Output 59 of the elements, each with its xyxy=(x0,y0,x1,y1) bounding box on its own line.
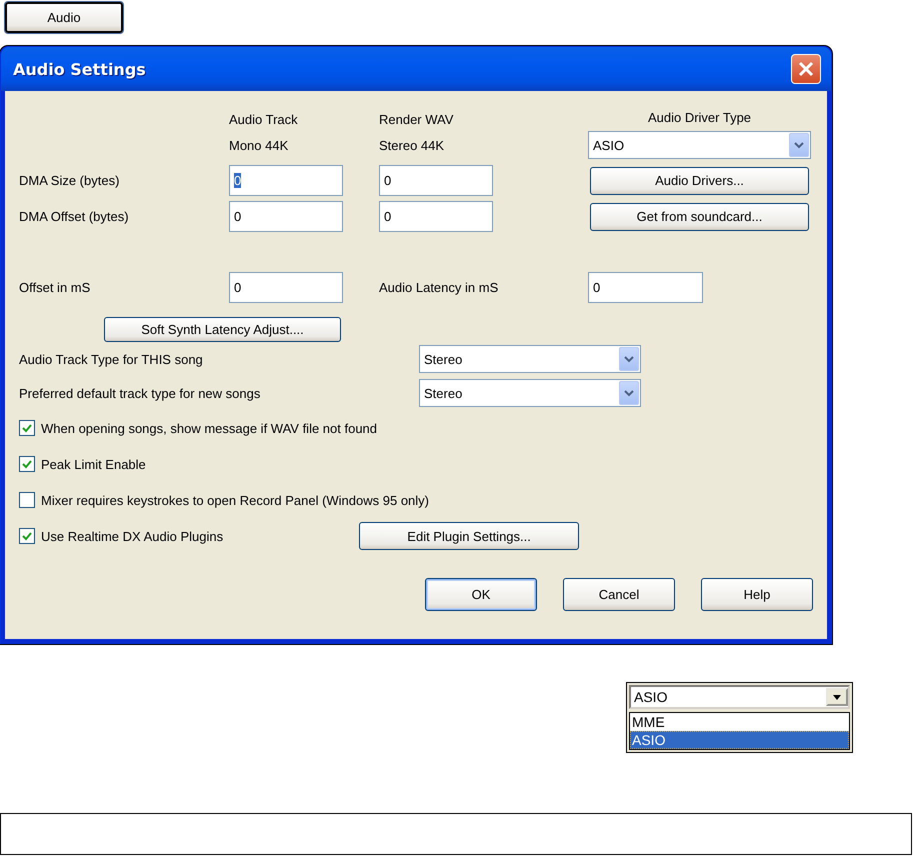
field-label: Preferred default track type for new songs xyxy=(19,386,260,400)
input-field[interactable]: 0 xyxy=(229,272,343,303)
field-label: DMA Size (bytes) xyxy=(19,173,120,188)
checkbox-label[interactable]: Mixer requires keystrokes to open Record Panel (Windows 95 only) xyxy=(41,492,430,508)
checkbox-label[interactable]: Peak Limit Enable xyxy=(41,456,146,472)
dropdown[interactable]: ASIO xyxy=(588,131,811,159)
field-value: 0 xyxy=(384,173,392,188)
close-button[interactable] xyxy=(791,54,821,84)
input-field[interactable]: 0 xyxy=(229,165,343,196)
dropdown-arrow-button[interactable] xyxy=(826,688,848,706)
checkbox-label[interactable]: When opening songs, show message if WAV file not found xyxy=(41,420,378,436)
input-field[interactable]: 0 xyxy=(379,165,493,196)
check-icon xyxy=(22,424,32,432)
driver-button[interactable]: Audio Drivers... xyxy=(590,166,809,194)
check-icon xyxy=(22,460,32,468)
edit-plugin-button[interactable]: Edit Plugin Settings... xyxy=(359,522,580,550)
field-value: 0 xyxy=(234,173,242,188)
chevron-down-icon xyxy=(624,355,634,363)
dropdown[interactable]: Stereo xyxy=(419,379,641,407)
checkbox[interactable] xyxy=(19,528,35,544)
checkbox[interactable] xyxy=(19,420,35,436)
column-header: Stereo 44K xyxy=(379,137,444,155)
input-field[interactable]: 0 xyxy=(379,201,493,232)
column-header: Audio Track xyxy=(229,111,298,129)
field-value: 0 xyxy=(384,209,392,224)
field-value: 0 xyxy=(234,280,242,295)
soft-synth-button[interactable]: Soft Synth Latency Adjust.... xyxy=(104,317,341,342)
driver-type-label: Audio Driver Type xyxy=(648,109,752,127)
dialog-button[interactable]: Cancel xyxy=(563,578,675,611)
checkbox[interactable] xyxy=(19,456,35,472)
column-header: Mono 44K xyxy=(229,137,288,155)
input-field[interactable]: 0 xyxy=(229,201,343,232)
dropdown-value: Stereo xyxy=(424,386,462,400)
list-option[interactable]: ASIO xyxy=(630,731,849,749)
dropdown-value: ASIO xyxy=(634,689,668,705)
audio-button[interactable]: Audio xyxy=(5,2,123,33)
close-icon xyxy=(798,61,814,77)
field-value: 0 xyxy=(593,280,600,295)
dropdown[interactable]: ASIO xyxy=(629,685,850,709)
field-label: DMA Offset (bytes) xyxy=(19,209,129,224)
field-value: 0 xyxy=(234,209,242,224)
dialog-button[interactable]: OK xyxy=(425,578,537,611)
field-label: Offset in mS xyxy=(19,280,90,295)
dialog-button[interactable]: Help xyxy=(701,578,813,611)
window-title: Audio Settings xyxy=(13,60,146,78)
input-field[interactable]: 0 xyxy=(588,272,703,303)
dropdown-value: Stereo xyxy=(424,352,462,366)
field-label: Audio Latency in mS xyxy=(379,280,498,295)
field-label: Audio Track Type for THIS song xyxy=(19,352,203,366)
triangle-down-icon xyxy=(833,694,841,700)
column-header: Render WAV xyxy=(379,111,454,129)
driver-button[interactable]: Get from soundcard... xyxy=(590,202,809,230)
checkbox-label[interactable]: Use Realtime DX Audio Plugins xyxy=(41,528,224,544)
chevron-down-icon xyxy=(624,389,634,397)
checkbox[interactable] xyxy=(19,492,35,508)
chevron-down-icon xyxy=(794,141,804,149)
dropdown[interactable]: Stereo xyxy=(419,345,641,373)
dropdown-value: ASIO xyxy=(593,138,624,152)
check-icon xyxy=(22,532,32,540)
